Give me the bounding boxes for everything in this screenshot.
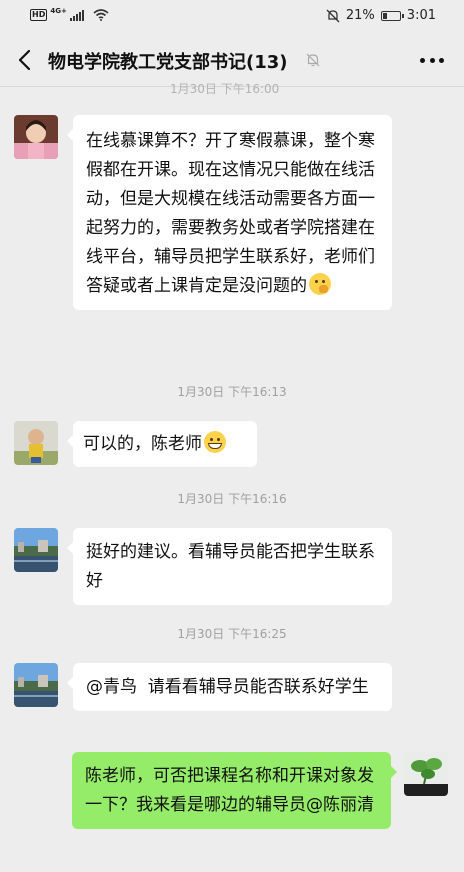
avatar-self[interactable] [404, 752, 448, 796]
message-text: 陈老师，可否把课程名称和开课对象发一下？我来看是哪边的辅导员@陈丽清 [85, 766, 374, 815]
message-bubble[interactable]: 挺好的建议。看辅导员能否把学生联系好 [67, 528, 392, 605]
hd-badge: HD [30, 9, 48, 21]
message-bubble[interactable]: 可以的，陈老师 [67, 421, 257, 467]
signal-icon [69, 9, 84, 21]
wifi-icon [93, 9, 109, 21]
message-text: @青鸟 请看看辅导员能否联系好学生 [86, 677, 369, 697]
avatar[interactable] [14, 115, 58, 159]
chat-title: 物电学院教工党支部书记(13) [48, 52, 288, 73]
message-bubble[interactable]: 在线慕课算不？开了寒假慕课，整个寒假都在开课。现在这情况只能做在线活动，但是大规… [67, 115, 392, 310]
message-text: 挺好的建议。看辅导员能否把学生联系好 [86, 542, 375, 591]
status-right: 21% 3:01 [326, 8, 436, 23]
thinking-emoji-icon [309, 273, 331, 295]
timestamp: 1月30日 下午16:16 [177, 492, 287, 506]
timestamp-partial: 1月30日 下午16:00 [170, 82, 280, 96]
message-text: 在线慕课算不？开了寒假慕课，整个寒假都在开课。现在这情况只能做在线活动，但是大规… [86, 131, 375, 296]
status-left: HD 4G+ [30, 7, 109, 21]
more-options-icon[interactable] [420, 58, 444, 64]
avatar[interactable] [14, 528, 58, 572]
mute-bell-icon [306, 53, 320, 67]
battery-icon [380, 10, 404, 21]
back-arrow-icon[interactable] [14, 48, 36, 72]
timestamp: 1月30日 下午16:13 [177, 385, 287, 399]
clock: 3:01 [406, 8, 436, 23]
avatar[interactable] [14, 421, 58, 465]
bell-off-icon [326, 9, 340, 22]
timestamp: 1月30日 下午16:25 [177, 627, 287, 641]
network-type: 4G+ [50, 7, 67, 15]
status-bar: HD 4G+ 21% 3:01 [0, 0, 464, 34]
message-bubble[interactable]: @青鸟 请看看辅导员能否联系好学生 [67, 663, 392, 711]
avatar[interactable] [14, 663, 58, 707]
battery-percent: 21% [345, 8, 375, 23]
message-bubble-self[interactable]: 陈老师，可否把课程名称和开课对象发一下？我来看是哪边的辅导员@陈丽清 [72, 752, 397, 829]
message-text: 可以的，陈老师 [83, 434, 202, 454]
grin-emoji-icon [204, 431, 226, 453]
